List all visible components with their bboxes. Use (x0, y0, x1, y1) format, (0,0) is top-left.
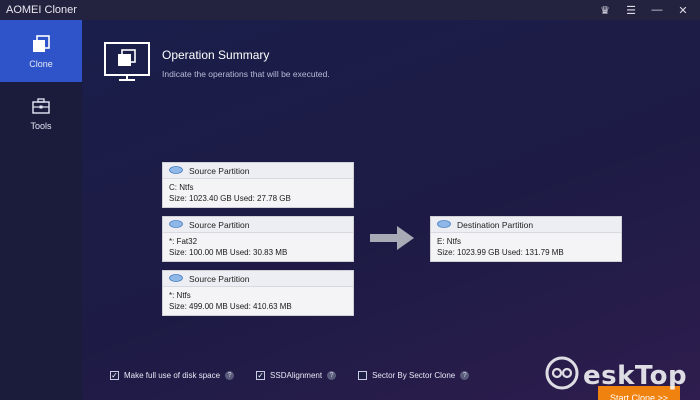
card-header: Source Partition (163, 217, 353, 233)
sidebar-item-label: Clone (29, 59, 53, 69)
sidebar-item-tools[interactable]: Tools (0, 82, 82, 144)
card-header: Source Partition (163, 163, 353, 179)
partition-size: Size: 1023.99 GB Used: 131.79 MB (437, 248, 564, 257)
operation-summary-icon (104, 42, 150, 87)
option-sector-by-sector[interactable]: Sector By Sector Clone ? (358, 371, 470, 380)
option-label: Make full use of disk space (124, 371, 221, 380)
option-ssd-alignment[interactable]: ✓ SSDAlignment ? (256, 371, 337, 380)
option-full-disk-space[interactable]: ✓ Make full use of disk space ? (110, 371, 235, 380)
disk-icon (169, 219, 183, 230)
toolbox-icon (32, 95, 50, 117)
main-panel: Operation Summary Indicate the operation… (82, 20, 700, 400)
destination-partition-card[interactable]: Destination Partition E: Ntfs Size: 1023… (430, 216, 622, 262)
card-title: Source Partition (189, 273, 250, 284)
partition-size: Size: 499.00 MB Used: 410.63 MB (169, 302, 292, 311)
sidebar-item-clone[interactable]: Clone (0, 20, 82, 82)
disk-icon (437, 219, 451, 230)
app-title: AOMEI Cloner (6, 4, 77, 16)
minimize-icon[interactable]: — (644, 0, 670, 20)
watermark-text: eskTop (583, 360, 688, 391)
partition-name: C: Ntfs (169, 183, 194, 192)
partition-name: *: Fat32 (169, 237, 198, 246)
checkbox-unchecked[interactable] (358, 371, 368, 380)
source-partition-card[interactable]: Source Partition *: Ntfs Size: 499.00 MB… (162, 270, 354, 316)
arrow-right-icon (370, 226, 414, 255)
page-subtitle: Indicate the operations that will be exe… (162, 69, 330, 79)
card-body: E: Ntfs Size: 1023.99 GB Used: 131.79 MB (431, 233, 621, 261)
help-icon[interactable]: ? (460, 371, 470, 380)
help-icon[interactable]: ? (327, 371, 337, 380)
checkbox-checked[interactable]: ✓ (110, 371, 119, 380)
card-title: Destination Partition (457, 219, 534, 230)
partition-name: *: Ntfs (169, 291, 191, 300)
checkbox-checked[interactable]: ✓ (256, 371, 266, 380)
title-bar: AOMEI Cloner ♛ ☰ — ✕ (0, 0, 700, 20)
crown-icon[interactable]: ♛ (592, 0, 618, 20)
clone-icon (32, 33, 50, 55)
window-controls: ♛ ☰ — ✕ (592, 0, 696, 20)
clone-options: ✓ Make full use of disk space ? ✓ SSDAli… (110, 371, 491, 380)
help-icon[interactable]: ? (225, 371, 235, 380)
card-title: Source Partition (189, 165, 250, 176)
card-body: C: Ntfs Size: 1023.40 GB Used: 27.78 GB (163, 179, 353, 207)
partition-size: Size: 100.00 MB Used: 30.83 MB (169, 248, 288, 257)
partition-size: Size: 1023.40 GB Used: 27.78 GB (169, 194, 291, 203)
disk-icon (169, 273, 183, 284)
card-body: *: Ntfs Size: 499.00 MB Used: 410.63 MB (163, 287, 353, 315)
option-label: SSDAlignment (270, 371, 323, 380)
watermark: eskTop (545, 356, 687, 395)
sidebar-item-label: Tools (30, 121, 52, 131)
partition-name: E: Ntfs (437, 237, 462, 246)
close-icon[interactable]: ✕ (670, 0, 696, 20)
watermark-logo-icon (545, 356, 579, 395)
disk-icon (169, 165, 183, 176)
card-header: Source Partition (163, 271, 353, 287)
card-body: *: Fat32 Size: 100.00 MB Used: 30.83 MB (163, 233, 353, 261)
menu-icon[interactable]: ☰ (618, 0, 644, 20)
source-partition-card[interactable]: Source Partition *: Fat32 Size: 100.00 M… (162, 216, 354, 262)
sidebar: Clone Tools (0, 20, 82, 400)
source-partition-card[interactable]: Source Partition C: Ntfs Size: 1023.40 G… (162, 162, 354, 208)
card-header: Destination Partition (431, 217, 621, 233)
card-title: Source Partition (189, 219, 250, 230)
option-label: Sector By Sector Clone (372, 371, 456, 380)
page-title: Operation Summary (162, 48, 270, 62)
